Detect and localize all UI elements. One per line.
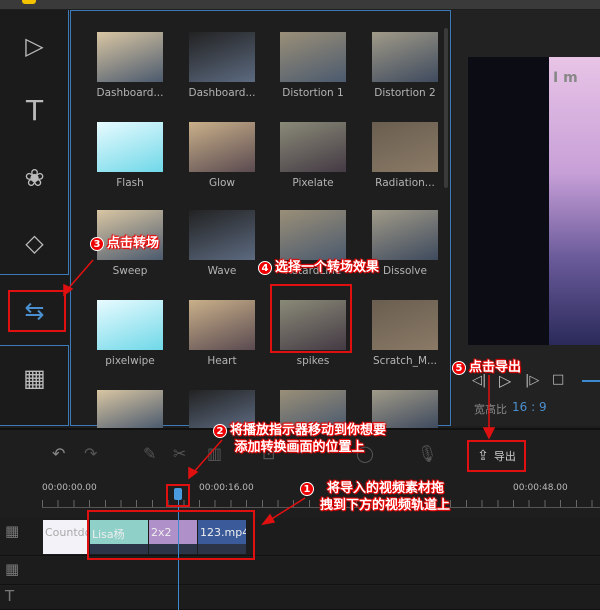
annotation-arrows — [63, 259, 496, 526]
